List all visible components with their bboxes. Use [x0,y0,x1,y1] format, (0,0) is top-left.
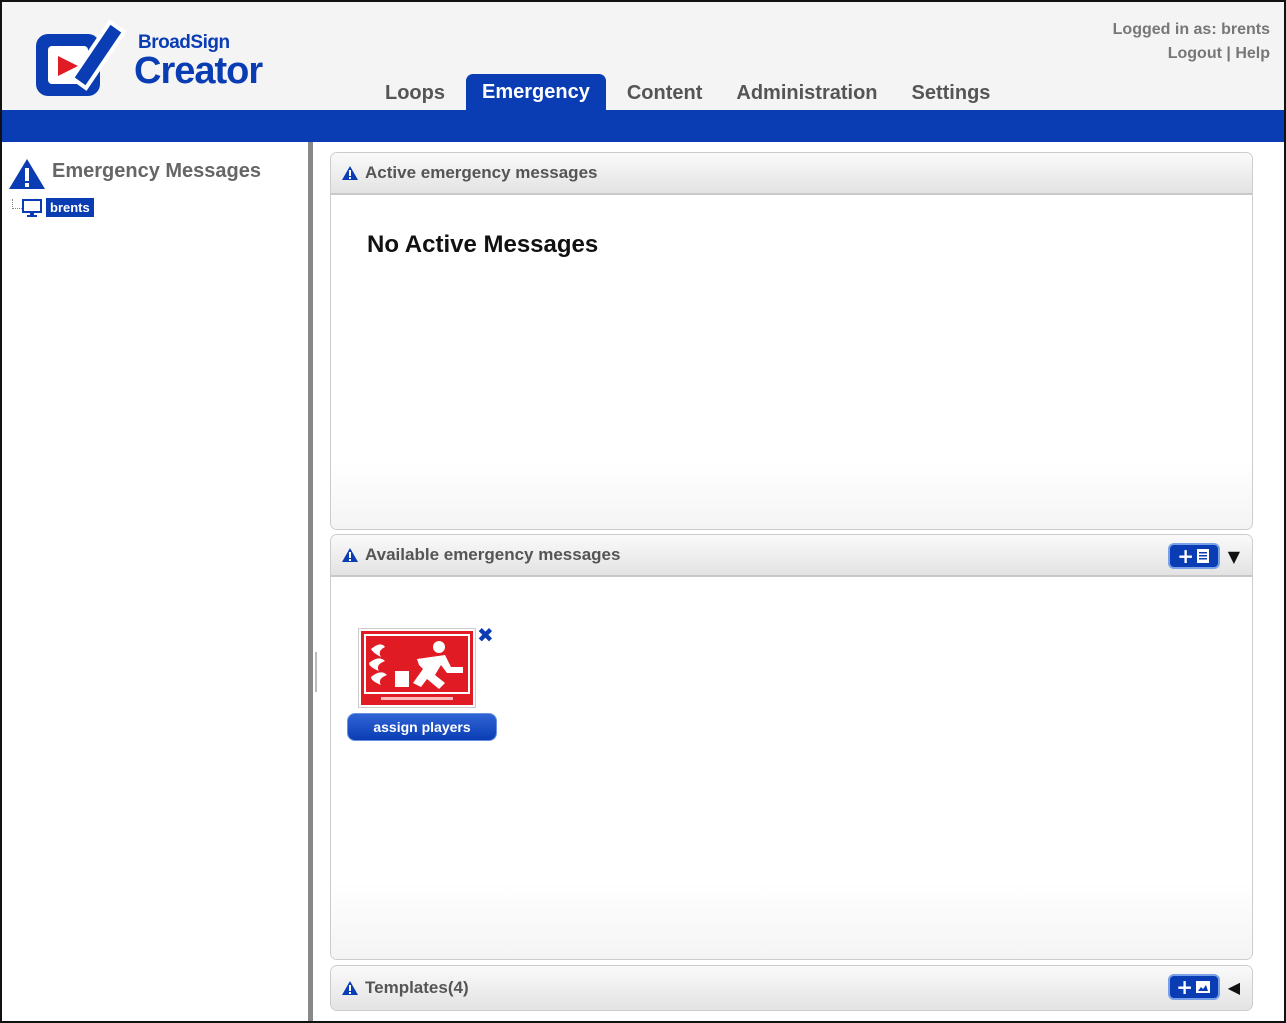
collapse-down-icon[interactable]: ▼ [1228,547,1240,566]
available-panel-title: Available emergency messages [365,545,621,564]
header-bar [2,110,1284,142]
active-messages-panel: Active emergency messages No Active Mess… [330,152,1253,530]
tab-settings[interactable]: Settings [895,76,1008,110]
tab-loops[interactable]: Loops [368,76,462,110]
expand-left-icon[interactable]: ◀ [1228,978,1240,997]
active-panel-header[interactable]: Active emergency messages [331,153,1252,195]
fire-exit-sign-icon [361,631,473,705]
app-window: BroadSign Creator Loops Emergency Conten… [0,0,1286,1023]
tab-emergency[interactable]: Emergency [466,74,606,110]
sidebar: Emergency Messages brents [2,142,313,1021]
available-messages-panel: Available emergency messages + ▼ ✖ assig… [330,534,1253,960]
tab-content[interactable]: Content [610,76,720,110]
templates-panel-actions: + ◀ [1167,974,1240,1000]
image-icon [1196,981,1211,993]
available-panel-actions: + ▼ [1167,543,1240,569]
app-logo[interactable]: BroadSign Creator [32,16,292,100]
logout-link[interactable]: Logout [1168,45,1222,62]
user-box: Logged in as: brents Logout | Help [1113,18,1270,66]
add-message-button[interactable]: + [1167,543,1220,569]
active-panel-title: Active emergency messages [365,163,598,182]
tree-node-label[interactable]: brents [46,198,94,217]
no-active-messages-text: No Active Messages [367,231,599,258]
plus-icon: + [1176,975,1194,999]
product-name: Creator [134,50,263,92]
tree-node-brents[interactable]: brents [12,198,94,217]
active-panel-body: No Active Messages [331,195,1252,529]
plus-icon: + [1177,544,1195,568]
sidebar-resize-handle[interactable] [315,652,317,692]
logged-in-text: Logged in as: brents [1112,21,1270,38]
available-panel-body: ✖ assign players [331,577,1252,959]
message-thumbnail[interactable] [358,628,476,708]
sidebar-header: Emergency Messages [8,158,261,190]
monitor-icon [22,198,42,217]
tab-administration[interactable]: Administration [719,76,894,110]
warning-icon [342,548,358,562]
templates-panel: Templates(4) + ◀ [330,965,1253,1011]
tree-connector [12,198,22,209]
add-template-button[interactable]: + [1167,974,1220,1000]
help-link[interactable]: Help [1235,45,1270,62]
templates-panel-header[interactable]: Templates(4) + ◀ [331,966,1252,1010]
templates-panel-title: Templates(4) [365,978,469,997]
sidebar-title: Emergency Messages [52,159,262,182]
app-header: BroadSign Creator Loops Emergency Conten… [2,2,1284,110]
document-icon [1197,549,1210,563]
warning-icon [342,981,358,995]
delete-message-icon[interactable]: ✖ [477,625,494,645]
main-nav-tabs: Loops Emergency Content Administration S… [368,74,1007,110]
broadsign-logo-icon [36,19,127,96]
warning-icon [342,166,358,180]
assign-players-button[interactable]: assign players [347,713,497,741]
warning-icon [9,159,45,189]
link-separator: | [1226,45,1231,62]
available-panel-header[interactable]: Available emergency messages + ▼ [331,535,1252,577]
